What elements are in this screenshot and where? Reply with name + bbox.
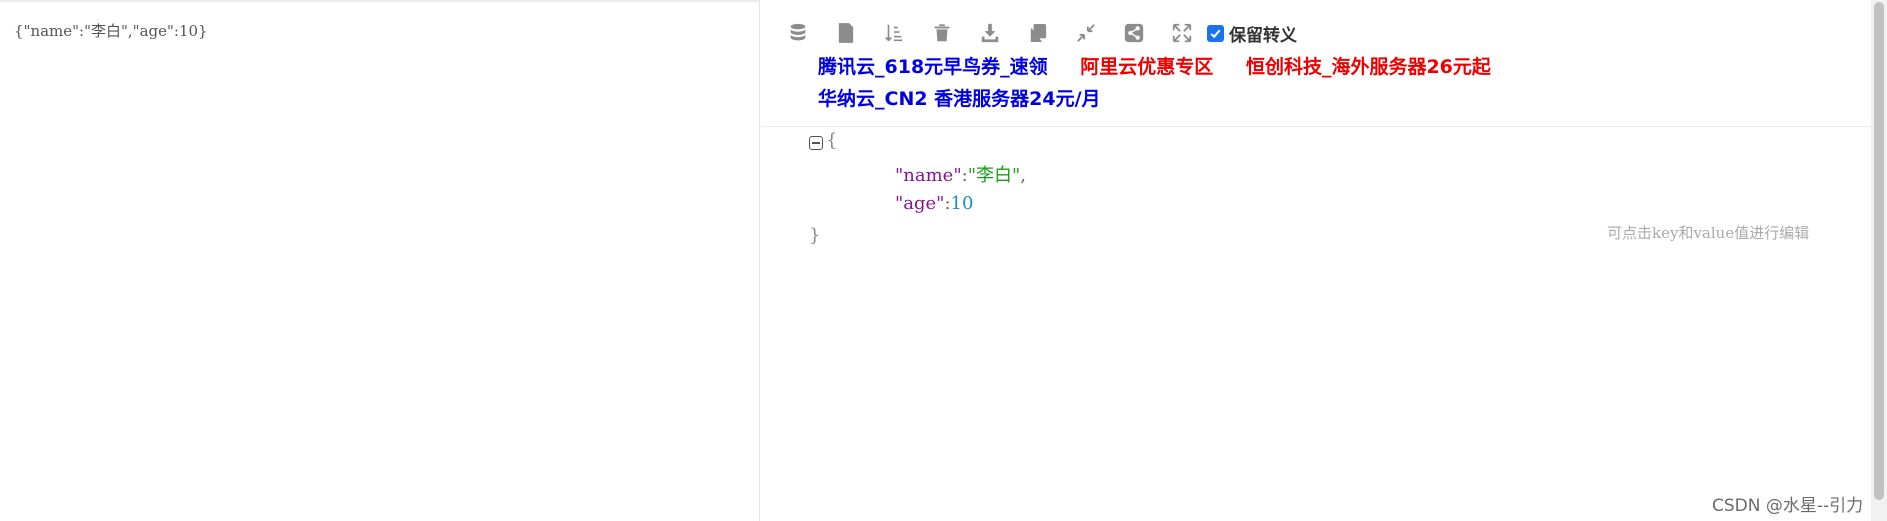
comma: , [1020,165,1026,186]
download-icon [981,23,999,43]
fullscreen-button[interactable] [1169,20,1195,46]
divider [761,126,1871,127]
database-button[interactable] [785,20,811,46]
raw-json-text[interactable]: {"name":"李白","age":10} [14,20,208,41]
json-string-value[interactable]: "李白" [968,165,1021,186]
tree-root-line: { [809,130,837,151]
ad-link-huanayun[interactable]: 华纳云_CN2 香港服务器24元/月 [818,88,1101,110]
keep-escape-label: 保留转义 [1229,25,1297,46]
vertical-scrollbar[interactable] [1871,0,1887,521]
database-icon [790,23,806,41]
ad-row-2: 华纳云_CN2 香港服务器24元/月 [818,83,1517,115]
tree-entry-age: "age":10 [895,193,973,214]
sort-button[interactable] [881,20,907,46]
edit-hint: 可点击key和value值进行编辑 [1607,224,1810,242]
expand-icon [1172,23,1192,43]
tree-close-line: } [809,225,820,246]
export-excel-button[interactable] [833,20,859,46]
tree-entry-name: "name":"李白", [895,161,1026,187]
copy-icon [1030,23,1047,43]
json-key[interactable]: "age" [895,193,944,214]
json-input-pane[interactable]: {"name":"李白","age":10} [0,0,760,521]
keep-escape-checkbox[interactable] [1207,24,1224,42]
copy-button[interactable] [1025,20,1051,46]
keep-escape-option[interactable]: 保留转义 [1207,21,1297,46]
json-key[interactable]: "name" [895,165,962,186]
download-button[interactable] [977,20,1003,46]
ad-link-tencent-cloud[interactable]: 腾讯云_618元早鸟券_速领 [818,56,1048,78]
ad-link-hengchuang[interactable]: 恒创科技_海外服务器26元起 [1246,56,1491,78]
trash-icon [934,24,950,42]
close-brace: } [809,225,821,246]
delete-button[interactable] [929,20,955,46]
open-brace: { [826,130,838,151]
ad-link-aliyun[interactable]: 阿里云优惠专区 [1080,56,1213,78]
compress-icon [1077,24,1095,42]
compress-button[interactable] [1073,20,1099,46]
checkmark-icon [1210,29,1221,38]
scrollbar-thumb[interactable] [1874,2,1884,500]
collapse-toggle[interactable] [809,136,823,150]
json-number-value[interactable]: 10 [951,193,974,214]
csdn-watermark: CSDN @水星--引力 [1712,496,1864,516]
sort-icon [885,24,903,42]
ad-row-1: 腾讯云_618元早鸟券_速领 阿里云优惠专区 恒创科技_海外服务器26元起 [818,51,1517,83]
json-output-pane: 保留转义 腾讯云_618元早鸟券_速领 阿里云优惠专区 恒创科技_海外服务器26… [761,0,1871,521]
ad-links: 腾讯云_618元早鸟券_速领 阿里云优惠专区 恒创科技_海外服务器26元起 华纳… [818,51,1517,115]
toolbar: 保留转义 [785,20,1297,46]
excel-file-icon [838,23,854,43]
share-icon [1124,23,1144,43]
share-button[interactable] [1121,20,1147,46]
